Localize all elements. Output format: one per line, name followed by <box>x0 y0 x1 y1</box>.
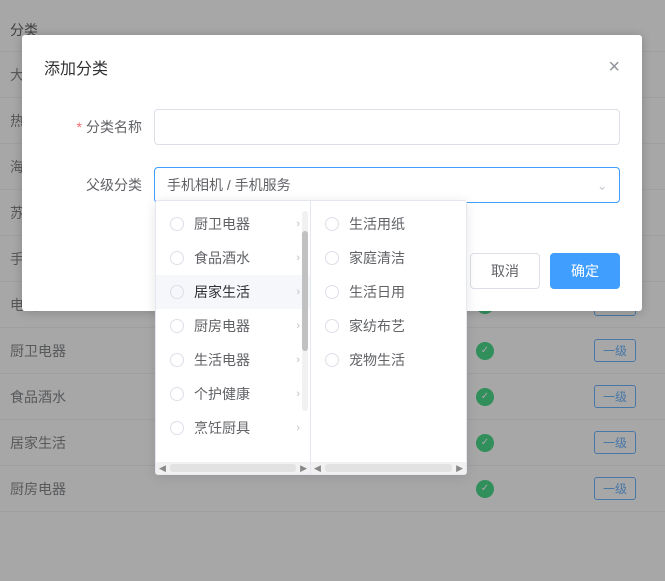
cascader-item[interactable]: 生活电器 › <box>156 343 310 377</box>
radio-icon[interactable] <box>325 217 339 231</box>
horizontal-scrollbar[interactable]: ◀▶ <box>311 462 466 474</box>
radio-icon[interactable] <box>325 251 339 265</box>
cascader-column-1[interactable]: 厨卫电器 › 食品酒水 › 居家生活 › 厨房电器 › 生活电器 › 个护健康 › 烹饪厨具 › 家装建材›… <box>156 201 311 474</box>
required-mark: * <box>77 119 82 135</box>
close-icon[interactable]: × <box>608 57 620 77</box>
confirm-button[interactable]: 确定 <box>550 253 620 289</box>
cascader-dropdown: 厨卫电器 › 食品酒水 › 居家生活 › 厨房电器 › 生活电器 › 个护健康 › 烹饪厨具 › 家装建材›… <box>155 200 467 475</box>
cascader-item-label: 厨卫电器 <box>194 214 292 234</box>
radio-icon[interactable] <box>170 319 184 333</box>
radio-icon[interactable] <box>170 217 184 231</box>
chevron-right-icon: › <box>296 354 300 366</box>
cascader-column-2[interactable]: 生活用纸家庭清洁生活日用家纺布艺宠物生活 ◀▶ <box>311 201 466 474</box>
cascader-item-label: 居家生活 <box>194 282 292 302</box>
cascader-item[interactable]: 个护健康 › <box>156 377 310 411</box>
horizontal-scrollbar[interactable]: ◀▶ <box>156 462 310 474</box>
cascader-item[interactable]: 食品酒水 › <box>156 241 310 275</box>
radio-icon[interactable] <box>170 353 184 367</box>
cascader-item[interactable]: 宠物生活 <box>311 343 466 377</box>
cascader-item-label: 生活用纸 <box>349 214 456 234</box>
chevron-right-icon: › <box>296 422 300 434</box>
cascader-item[interactable]: 生活用纸 <box>311 207 466 241</box>
radio-icon[interactable] <box>325 353 339 367</box>
radio-icon[interactable] <box>170 285 184 299</box>
radio-icon[interactable] <box>325 285 339 299</box>
cascader-selected-text: 手机相机 / 手机服务 <box>167 175 291 195</box>
cascader-item-label: 家纺布艺 <box>349 316 456 336</box>
category-name-input[interactable] <box>154 109 620 145</box>
chevron-down-icon: ⌃ <box>597 178 607 192</box>
chevron-right-icon: › <box>296 252 300 264</box>
radio-icon[interactable] <box>170 387 184 401</box>
cascader-item[interactable]: 家装建材› <box>156 445 310 447</box>
form-row-name: *分类名称 <box>44 109 620 145</box>
cascader-item-label: 生活电器 <box>194 350 292 370</box>
cascader-item[interactable]: 家纺布艺 <box>311 309 466 343</box>
radio-icon[interactable] <box>170 251 184 265</box>
cascader-item-label: 食品酒水 <box>194 248 292 268</box>
chevron-right-icon: › <box>296 388 300 400</box>
cascader-item-label: 家庭清洁 <box>349 248 456 268</box>
modal-header: 添加分类 × <box>44 55 620 79</box>
cascader-item-label: 个护健康 <box>194 384 292 404</box>
cascader-item-label: 厨房电器 <box>194 316 292 336</box>
modal-title: 添加分类 <box>44 55 108 79</box>
form-row-parent: 父级分类 手机相机 / 手机服务 ⌃ <box>44 167 620 203</box>
cascader-item-label: 烹饪厨具 <box>194 418 292 438</box>
cascader-item[interactable]: 烹饪厨具 › <box>156 411 310 445</box>
cascader-item[interactable]: 厨卫电器 › <box>156 207 310 241</box>
cancel-button[interactable]: 取消 <box>470 253 540 289</box>
name-label: *分类名称 <box>44 117 154 137</box>
chevron-right-icon: › <box>296 320 300 332</box>
parent-label: 父级分类 <box>44 175 154 195</box>
radio-icon[interactable] <box>170 421 184 435</box>
chevron-right-icon: › <box>296 286 300 298</box>
radio-icon[interactable] <box>325 319 339 333</box>
cascader-item-label: 生活日用 <box>349 282 456 302</box>
cascader-item[interactable]: 家庭清洁 <box>311 241 466 275</box>
cascader-item[interactable]: 生活日用 <box>311 275 466 309</box>
cascader-item-label: 宠物生活 <box>349 350 456 370</box>
cascader-item[interactable]: 居家生活 › <box>156 275 310 309</box>
parent-category-cascader[interactable]: 手机相机 / 手机服务 ⌃ <box>154 167 620 203</box>
vertical-scrollbar[interactable] <box>302 211 308 411</box>
cascader-item[interactable]: 厨房电器 › <box>156 309 310 343</box>
chevron-right-icon: › <box>296 218 300 230</box>
